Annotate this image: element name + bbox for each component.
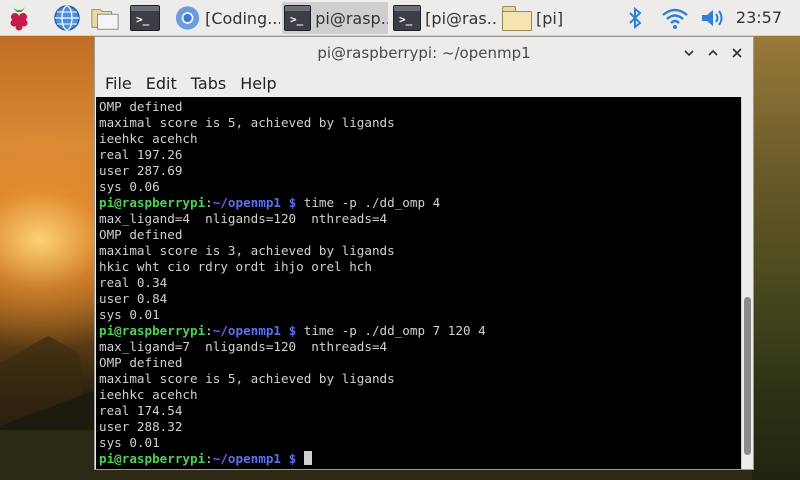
terminal-output-line: OMP defined [99, 227, 183, 242]
terminal-output-line: hkic wht cio rdry ordt ihjo orel hch [99, 259, 372, 274]
terminal-prompt-line: pi@raspberrypi:~/openmp1 $ [99, 451, 742, 467]
terminal-output-line: maximal score is 5, achieved by ligands [99, 371, 395, 386]
terminal-output-line: real 0.34 [99, 275, 168, 290]
file-manager-icon[interactable] [90, 3, 120, 33]
chromium-icon [175, 6, 200, 30]
title-bar[interactable]: pi@raspberrypi: ~/openmp1 [95, 37, 753, 69]
command-text: time -p ./dd_omp 7 120 4 [296, 323, 486, 338]
command-text: time -p ./dd_omp 4 [296, 195, 441, 210]
maximize-icon[interactable] [705, 45, 721, 61]
task-label: [pi@ras... [425, 8, 497, 28]
terminal-output-line: sys 0.01 [99, 307, 160, 322]
terminal-output-line: maximal score is 5, achieved by ligands [99, 115, 395, 130]
prompt-user: pi@raspberrypi [99, 323, 206, 338]
menu-edit[interactable]: Edit [146, 74, 177, 93]
terminal-output-line: sys 0.01 [99, 435, 160, 450]
task-label: [pi] [536, 8, 564, 28]
minimize-icon[interactable] [681, 45, 697, 61]
task-terminal[interactable]: >_ [pi@ras... [391, 2, 497, 34]
volume-icon[interactable] [698, 4, 728, 32]
task-file-manager[interactable]: [pi] [500, 2, 582, 34]
terminal-output-line: max_ligand=4 nligands=120 nthreads=4 [99, 211, 388, 226]
text-cursor [303, 451, 312, 465]
prompt-path: ~/openmp1 $ [212, 451, 297, 466]
terminal-output-line: maximal score is 3, achieved by ligands [99, 243, 395, 258]
web-browser-icon[interactable] [52, 3, 82, 33]
menu-tabs[interactable]: Tabs [191, 74, 226, 93]
bluetooth-icon[interactable] [624, 4, 646, 32]
prompt-separator: : [205, 323, 213, 338]
terminal-output-line: ieehkc acehch [99, 387, 198, 402]
terminal-output-line: user 287.69 [99, 163, 183, 178]
scrollbar[interactable] [741, 97, 753, 469]
terminal-output-line: user 0.84 [99, 291, 168, 306]
terminal-icon: >_ [284, 5, 312, 31]
top-panel: >_ [Coding... >_ pi@rasp... >_ [pi@ras..… [0, 0, 800, 36]
terminal-window: pi@raspberrypi: ~/openmp1 File Edit Tabs… [94, 36, 754, 470]
task-label: [Coding... [205, 8, 280, 28]
task-terminal-active[interactable]: >_ pi@rasp... [282, 2, 388, 34]
terminal-output-line: real 174.54 [99, 403, 183, 418]
clock[interactable]: 23:57 [736, 0, 782, 36]
prompt-user: pi@raspberrypi [99, 195, 206, 210]
raspberry-menu-icon[interactable] [4, 3, 34, 33]
prompt-separator: : [205, 195, 213, 210]
scrollbar-thumb[interactable] [744, 297, 751, 455]
terminal-output-line: real 197.26 [99, 147, 183, 162]
terminal-output[interactable]: OMP defined maximal score is 5, achieved … [96, 97, 742, 469]
prompt-path: ~/openmp1 $ [212, 323, 297, 338]
wallpaper-right [752, 36, 800, 480]
terminal-output-line: ieehkc acehch [99, 131, 198, 146]
menu-bar: File Edit Tabs Help [95, 69, 753, 97]
prompt-user: pi@raspberrypi [99, 451, 206, 466]
folder-icon [502, 6, 532, 31]
wifi-icon[interactable] [660, 4, 690, 32]
terminal-command-line: pi@raspberrypi:~/openmp1 $ time -p ./dd_… [99, 195, 742, 211]
terminal-output-line: OMP defined [99, 355, 183, 370]
command-text [296, 451, 304, 466]
terminal-icon[interactable]: >_ [130, 3, 160, 33]
terminal-icon: >_ [393, 5, 422, 31]
terminal-output-line: sys 0.06 [99, 179, 160, 194]
task-label: pi@rasp... [315, 8, 388, 28]
window-title: pi@raspberrypi: ~/openmp1 [317, 44, 531, 62]
terminal-output-line: user 288.32 [99, 419, 183, 434]
task-chromium[interactable]: [Coding... [172, 2, 280, 34]
prompt-separator: : [205, 451, 213, 466]
menu-help[interactable]: Help [240, 74, 276, 93]
close-icon[interactable] [729, 45, 745, 61]
terminal-output-line: OMP defined [99, 99, 183, 114]
terminal-output-line: max_ligand=7 nligands=120 nthreads=4 [99, 339, 388, 354]
terminal-command-line: pi@raspberrypi:~/openmp1 $ time -p ./dd_… [99, 323, 742, 339]
menu-file[interactable]: File [105, 74, 132, 93]
prompt-path: ~/openmp1 $ [212, 195, 297, 210]
